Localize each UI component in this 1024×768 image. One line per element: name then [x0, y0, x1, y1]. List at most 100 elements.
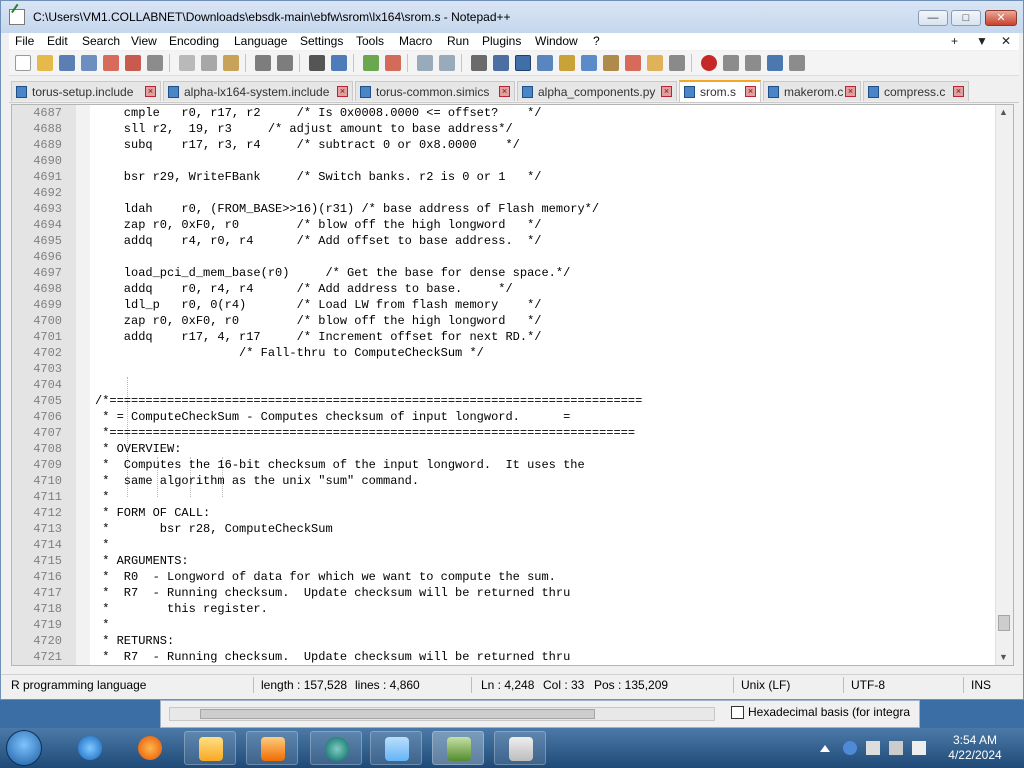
monitoring-icon[interactable] [669, 55, 685, 71]
print-icon[interactable] [147, 55, 163, 71]
line-text[interactable]: * OVERVIEW: [95, 441, 181, 457]
code-line[interactable]: 4690 [12, 153, 997, 169]
sync-horizontal-icon[interactable] [439, 55, 455, 71]
zoom-out-icon[interactable] [385, 55, 401, 71]
network-icon[interactable] [889, 741, 903, 755]
tab-alpha-lx164-system-include[interactable]: alpha-lx164-system.include × [163, 81, 353, 101]
tab-makerom-c[interactable]: makerom.c × [763, 81, 861, 101]
code-line[interactable]: 4691 bsr r29, WriteFBank /* Switch banks… [12, 169, 997, 185]
code-line[interactable]: 4716 * R0 - Longword of data for which w… [12, 569, 997, 585]
line-text[interactable]: * FORM OF CALL: [95, 505, 210, 521]
code-line[interactable]: 4688 sll r2, 19, r3 /* adjust amount to … [12, 121, 997, 137]
code-line[interactable]: 4719 * [12, 617, 997, 633]
checkbox-icon[interactable] [731, 706, 744, 720]
line-text[interactable]: bsr r29, WriteFBank /* Switch banks. r2 … [95, 169, 542, 185]
code-line[interactable]: 4720 * RETURNS: [12, 633, 997, 649]
line-text[interactable]: *=======================================… [95, 425, 635, 441]
word-wrap-icon[interactable] [471, 55, 487, 71]
code-line[interactable]: 4712 * FORM OF CALL: [12, 505, 997, 521]
line-text[interactable]: addq r17, 4, r17 /* Increment offset for… [95, 329, 542, 345]
tab-compress-c[interactable]: compress.c × [863, 81, 969, 101]
title-bar[interactable]: C:\Users\VM1.COLLABNET\Downloads\ebsdk-m… [1, 1, 1023, 33]
menu-encoding[interactable]: Encoding [169, 34, 219, 48]
line-text[interactable]: addq r0, r4, r4 /* Add address to base. … [95, 281, 513, 297]
code-line[interactable]: 4697 load_pci_d_mem_base(r0) /* Get the … [12, 265, 997, 281]
menu-window[interactable]: Window [535, 34, 578, 48]
maximize-button[interactable]: □ [951, 10, 981, 26]
code-line[interactable]: 4718 * this register. [12, 601, 997, 617]
menu-help[interactable]: ? [593, 34, 600, 48]
open-file-icon[interactable] [37, 55, 53, 71]
tab-torus-setup-include[interactable]: torus-setup.include × [11, 81, 161, 101]
close-icon[interactable]: × [745, 86, 756, 97]
taskbar-app-curve[interactable] [370, 731, 422, 765]
save-icon[interactable] [59, 55, 75, 71]
show-hidden-icons-icon[interactable] [820, 745, 830, 752]
new-tab-button[interactable]: + [951, 34, 958, 48]
code-line[interactable]: 4693 ldah r0, (FROM_BASE>>16)(r31) /* ba… [12, 201, 997, 217]
new-file-icon[interactable] [15, 55, 31, 71]
save-macro-icon[interactable] [789, 55, 805, 71]
taskbar-firefox[interactable] [124, 731, 176, 765]
line-text[interactable]: * = ComputeCheckSum - Computes checksum … [95, 409, 570, 425]
line-text[interactable]: load_pci_d_mem_base(r0) /* Get the base … [95, 265, 570, 281]
scrollbar-thumb[interactable] [200, 709, 595, 719]
flag-icon[interactable] [866, 741, 880, 755]
code-line[interactable]: 4704 [12, 377, 997, 393]
system-clock[interactable]: 3:54 AM 4/22/2024 [935, 733, 1015, 763]
document-map-icon[interactable] [559, 55, 575, 71]
code-line[interactable]: 4694 zap r0, 0xF0, r0 /* blow off the hi… [12, 217, 997, 233]
record-macro-icon[interactable] [701, 55, 717, 71]
code-line[interactable]: 4706 * = ComputeCheckSum - Computes chec… [12, 409, 997, 425]
tab-alpha-components-py[interactable]: alpha_components.py × [517, 81, 677, 101]
notepad-app-icon[interactable] [9, 9, 25, 25]
line-text[interactable]: zap r0, 0xF0, r0 /* blow off the high lo… [95, 217, 542, 233]
line-text[interactable]: zap r0, 0xF0, r0 /* blow off the high lo… [95, 313, 542, 329]
cut-icon[interactable] [179, 55, 195, 71]
code-line[interactable]: 4721 * R7 - Running checksum. Update che… [12, 649, 997, 665]
line-text[interactable]: * R7 - Running checksum. Update checksum… [95, 585, 570, 601]
close-icon[interactable]: × [845, 86, 856, 97]
line-text[interactable]: * [95, 489, 109, 505]
copy-icon[interactable] [201, 55, 217, 71]
menu-file[interactable]: File [15, 34, 34, 48]
zoom-in-icon[interactable] [363, 55, 379, 71]
code-line[interactable]: 4715 * ARGUMENTS: [12, 553, 997, 569]
taskbar-notepad-plus-plus[interactable] [432, 731, 484, 765]
function-list-icon[interactable] [603, 55, 619, 71]
menu-run[interactable]: Run [447, 34, 469, 48]
playback-macro-icon[interactable] [745, 55, 761, 71]
taskbar-file-explorer[interactable] [184, 731, 236, 765]
code-line[interactable]: 4708 * OVERVIEW: [12, 441, 997, 457]
line-text[interactable]: addq r4, r0, r4 /* Add offset to base ad… [95, 233, 542, 249]
code-line[interactable]: 4698 addq r0, r4, r4 /* Add address to b… [12, 281, 997, 297]
code-line[interactable]: 4702 /* Fall-thru to ComputeCheckSum */ [12, 345, 997, 361]
indent-guide-icon[interactable] [515, 55, 531, 71]
status-encoding[interactable]: UTF-8 [851, 678, 885, 692]
code-line[interactable]: 4709 * Computes the 16-bit checksum of t… [12, 457, 997, 473]
scroll-up-icon[interactable]: ▲ [999, 107, 1008, 117]
menu-search[interactable]: Search [82, 34, 120, 48]
line-text[interactable]: subq r17, r3, r4 /* subtract 0 or 0x8.00… [95, 137, 520, 153]
line-text[interactable]: * R0 - Longword of data for which we wan… [95, 569, 556, 585]
line-text[interactable]: ldl_p r0, 0(r4) /* Load LW from flash me… [95, 297, 542, 313]
code-line[interactable]: 4703 [12, 361, 997, 377]
line-text[interactable]: * bsr r28, ComputeCheckSum [95, 521, 332, 537]
network-app-icon[interactable] [843, 741, 857, 755]
volume-icon[interactable] [912, 741, 926, 755]
code-line[interactable]: 4701 addq r17, 4, r17 /* Increment offse… [12, 329, 997, 345]
close-icon[interactable]: × [337, 86, 348, 97]
tab-list-dropdown[interactable]: ▼ [976, 34, 988, 48]
line-text[interactable]: * ARGUMENTS: [95, 553, 188, 569]
show-all-characters-icon[interactable] [493, 55, 509, 71]
code-line[interactable]: 4711 * [12, 489, 997, 505]
code-line[interactable]: 4696 [12, 249, 997, 265]
hexadecimal-basis-checkbox[interactable]: Hexadecimal basis (for integra [731, 705, 910, 720]
line-text[interactable]: * this register. [95, 601, 268, 617]
scrollbar-thumb[interactable] [998, 615, 1010, 631]
folder-as-workspace-icon[interactable] [625, 55, 641, 71]
code-line[interactable]: 4710 * same algorithm as the unix "sum" … [12, 473, 997, 489]
line-text[interactable]: * [95, 537, 109, 553]
menu-language[interactable]: Language [234, 34, 287, 48]
menu-settings[interactable]: Settings [300, 34, 343, 48]
